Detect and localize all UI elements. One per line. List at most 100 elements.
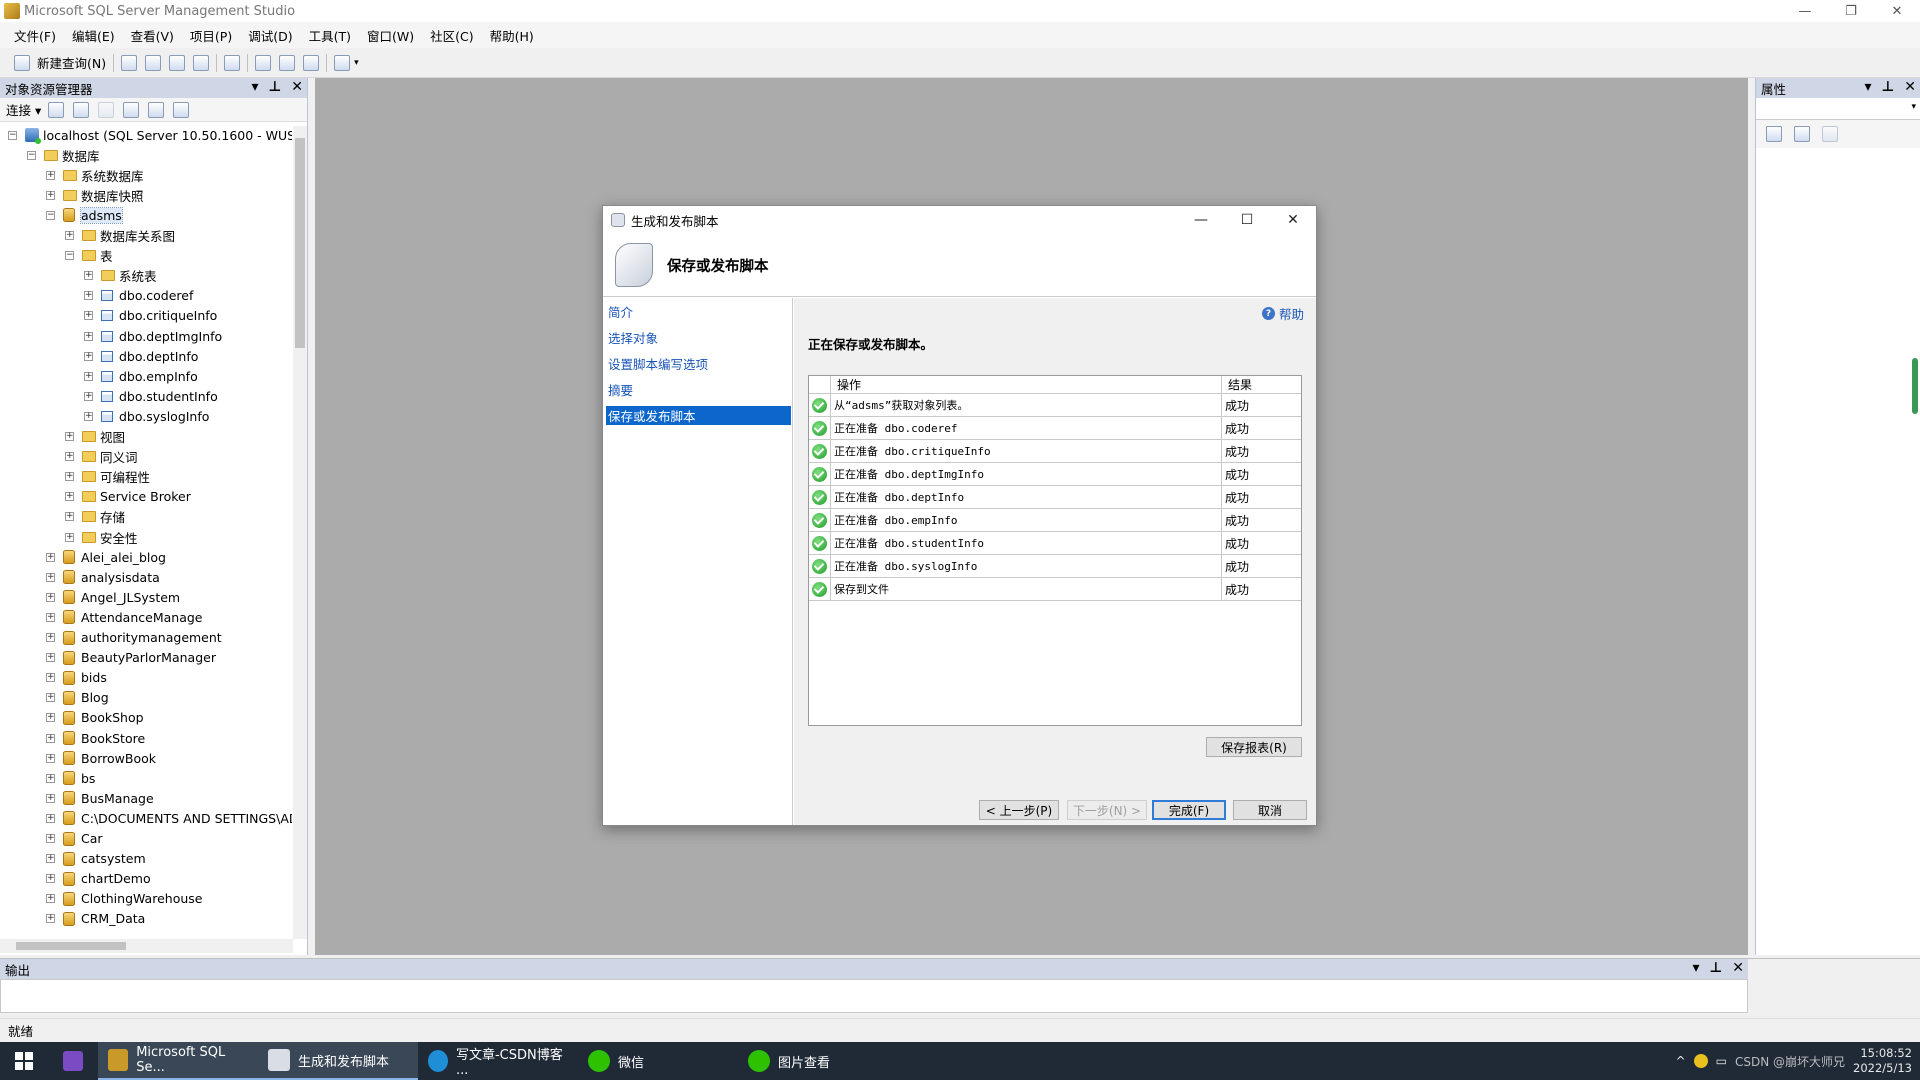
- scrollbar-thumb[interactable]: [295, 138, 305, 348]
- dialog-maximize-button[interactable]: ☐: [1224, 206, 1270, 234]
- tree-node[interactable]: + 数据库关系图: [65, 227, 175, 245]
- tree-node[interactable]: + 同义词: [65, 448, 138, 466]
- tree-node[interactable]: − localhost (SQL Server 10.50.1600 - WUSH…: [8, 126, 292, 144]
- expand-icon[interactable]: +: [65, 532, 74, 542]
- expand-icon[interactable]: +: [46, 190, 55, 200]
- tree-node[interactable]: + dbo.syslogInfo: [84, 407, 209, 425]
- taskbar-item-edge[interactable]: 写文章-CSDN博客 ...: [418, 1042, 578, 1080]
- grid-row[interactable]: 正在准备 dbo.coderef 成功: [809, 416, 1301, 440]
- previous-button[interactable]: < 上一步(P): [979, 800, 1059, 820]
- scrollbar-thumb[interactable]: [16, 942, 126, 950]
- tree-node[interactable]: + BookStore: [46, 729, 145, 747]
- restore-button[interactable]: ❐: [1828, 0, 1874, 22]
- expand-icon[interactable]: +: [84, 331, 93, 341]
- connect-object-explorer-icon[interactable]: [48, 101, 65, 118]
- tree-node[interactable]: + 视图: [65, 428, 125, 446]
- expand-icon[interactable]: +: [46, 834, 55, 843]
- menu-view[interactable]: 查看(V): [123, 26, 182, 45]
- open-file-icon[interactable]: [255, 54, 272, 71]
- grid-row[interactable]: 正在准备 dbo.syslogInfo 成功: [809, 554, 1301, 578]
- pin-icon[interactable]: ⊥: [1881, 79, 1894, 95]
- expand-icon[interactable]: +: [46, 693, 55, 703]
- collapse-icon[interactable]: −: [8, 130, 17, 140]
- tree-node[interactable]: + Angel_JLSystem: [46, 588, 180, 606]
- finish-button[interactable]: 完成(F): [1152, 800, 1226, 820]
- grid-row[interactable]: 正在准备 dbo.empInfo 成功: [809, 508, 1301, 532]
- tree-node[interactable]: + BookShop: [46, 709, 144, 727]
- menu-debug[interactable]: 调试(D): [240, 26, 300, 45]
- tree-node[interactable]: + Service Broker: [65, 488, 191, 506]
- pin-icon[interactable]: ⊥: [1709, 960, 1722, 976]
- grid-row[interactable]: 正在准备 dbo.deptInfo 成功: [809, 485, 1301, 509]
- tree-node[interactable]: + ClothingWarehouse: [46, 890, 202, 908]
- tree-node[interactable]: + chartDemo: [46, 870, 151, 888]
- panel-dropdown-icon[interactable]: ▾: [251, 79, 258, 95]
- expand-icon[interactable]: +: [46, 773, 55, 783]
- menu-file[interactable]: 文件(F): [6, 26, 64, 45]
- network-icon[interactable]: ▭: [1716, 1054, 1727, 1068]
- tree-node[interactable]: + bs: [46, 769, 95, 787]
- expand-icon[interactable]: +: [46, 813, 55, 823]
- categorized-icon[interactable]: [1766, 126, 1782, 142]
- tree-node[interactable]: + authoritymanagement: [46, 629, 222, 647]
- refresh-icon[interactable]: [148, 101, 165, 118]
- tree-node[interactable]: + dbo.studentInfo: [84, 387, 218, 405]
- alphabetical-icon[interactable]: [1794, 126, 1810, 142]
- activity-monitor-icon[interactable]: [334, 54, 351, 71]
- expand-icon[interactable]: +: [46, 733, 55, 743]
- new-query-button[interactable]: 新建查询(N): [6, 53, 110, 72]
- tree-node[interactable]: − 数据库: [27, 146, 100, 164]
- property-pages-icon[interactable]: [1822, 126, 1838, 142]
- tree-node[interactable]: + analysisdata: [46, 568, 160, 586]
- tree-node[interactable]: + 数据库快照: [46, 186, 144, 204]
- expand-icon[interactable]: +: [84, 411, 93, 421]
- expand-icon[interactable]: +: [65, 492, 74, 502]
- expand-icon[interactable]: +: [46, 894, 55, 904]
- nav-intro[interactable]: 简介: [606, 302, 791, 321]
- panel-close-icon[interactable]: ✕: [1904, 79, 1916, 95]
- tree-node[interactable]: + AttendanceManage: [46, 608, 202, 626]
- expand-icon[interactable]: +: [46, 633, 55, 642]
- tree-node[interactable]: + 安全性: [65, 528, 138, 546]
- menu-window[interactable]: 窗口(W): [359, 26, 422, 45]
- tree-node[interactable]: + 可编程性: [65, 468, 150, 486]
- tree-node[interactable]: + dbo.critiqueInfo: [84, 307, 217, 325]
- disconnect-icon[interactable]: [73, 101, 90, 118]
- close-button[interactable]: ✕: [1874, 0, 1920, 22]
- expand-icon[interactable]: +: [46, 653, 55, 663]
- dialog-minimize-button[interactable]: —: [1178, 206, 1224, 234]
- tree-node[interactable]: + catsystem: [46, 850, 146, 868]
- grid-row[interactable]: 正在准备 dbo.deptImgInfo 成功: [809, 462, 1301, 486]
- menu-community[interactable]: 社区(C): [422, 26, 481, 45]
- menu-edit[interactable]: 编辑(E): [64, 26, 123, 45]
- connect-button[interactable]: 连接 ▾: [6, 100, 41, 119]
- expand-icon[interactable]: +: [84, 271, 93, 281]
- tree-node[interactable]: + dbo.coderef: [84, 287, 193, 305]
- tree-node[interactable]: + BorrowBook: [46, 749, 156, 767]
- nav-save-or-publish[interactable]: 保存或发布脚本: [606, 406, 791, 425]
- dialog-close-button[interactable]: ✕: [1270, 206, 1316, 234]
- taskbar-visual-studio[interactable]: [48, 1042, 98, 1080]
- nav-summary[interactable]: 摘要: [606, 380, 791, 399]
- column-header-action[interactable]: 操作: [831, 375, 1222, 394]
- tree-node[interactable]: − adsms: [46, 206, 123, 224]
- next-button[interactable]: 下一步(N) >: [1067, 800, 1147, 820]
- expand-icon[interactable]: +: [84, 291, 93, 301]
- column-header-result[interactable]: 结果: [1222, 376, 1252, 393]
- expand-icon[interactable]: +: [65, 452, 74, 462]
- expand-icon[interactable]: +: [65, 512, 74, 522]
- toolbar-overflow-icon[interactable]: ▾: [354, 58, 359, 68]
- expand-icon[interactable]: +: [46, 713, 55, 723]
- expand-icon[interactable]: +: [46, 793, 55, 803]
- expand-icon[interactable]: +: [46, 170, 55, 180]
- grid-row[interactable]: 保存到文件 成功: [809, 577, 1301, 601]
- expand-icon[interactable]: +: [84, 391, 93, 401]
- tree-node[interactable]: + C:\DOCUMENTS AND SETTINGS\AD: [46, 809, 292, 827]
- expand-icon[interactable]: +: [65, 432, 74, 441]
- expand-icon[interactable]: +: [46, 914, 55, 924]
- stop-icon[interactable]: [98, 101, 115, 118]
- tree-node[interactable]: + 系统表: [84, 267, 157, 285]
- new-file-icon[interactable]: [121, 54, 138, 71]
- properties-object-select[interactable]: ▾: [1756, 98, 1920, 120]
- taskbar-item-image-viewer[interactable]: 图片查看: [738, 1042, 888, 1080]
